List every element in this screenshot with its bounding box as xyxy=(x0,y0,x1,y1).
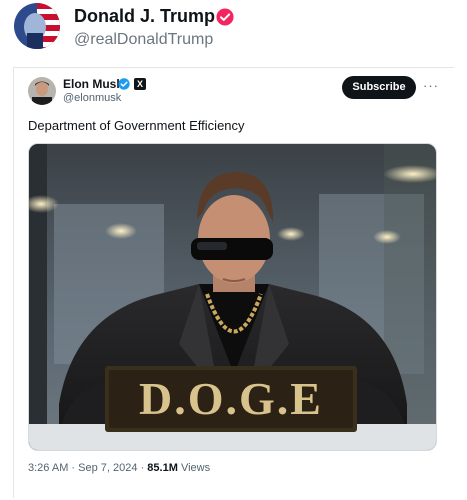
tweet-metadata: 3:26 AM · Sep 7, 2024 · 85.1M Views xyxy=(28,462,210,474)
x-logo-icon: X xyxy=(134,78,146,90)
separator: · xyxy=(140,462,145,474)
more-options-icon[interactable]: ··· xyxy=(423,78,439,93)
views-count: 85.1M xyxy=(147,462,178,474)
avatar-trump[interactable] xyxy=(14,3,60,49)
tweet-date[interactable]: Sep 7, 2024 xyxy=(78,462,137,474)
verified-badge-icon xyxy=(216,8,234,26)
profile-name[interactable]: Donald J. Trump xyxy=(74,6,215,27)
profile-handle[interactable]: @realDonaldTrump xyxy=(74,31,213,49)
views-label: Views xyxy=(180,462,211,474)
avatar-elon[interactable] xyxy=(28,77,56,105)
tweet-author-handle[interactable]: @elonmusk xyxy=(63,92,121,104)
tweet-photo[interactable]: D.O.G.E xyxy=(28,143,437,451)
doge-nameplate-text: D.O.G.E xyxy=(139,373,323,424)
subscribe-button[interactable]: Subscribe xyxy=(342,76,416,99)
verified-badge-icon xyxy=(118,78,130,90)
tweet-text: Department of Government Efficiency xyxy=(28,118,245,133)
tweet-time[interactable]: 3:26 AM xyxy=(28,462,68,474)
separator: · xyxy=(71,462,76,474)
tweet-author-name[interactable]: Elon Musk xyxy=(63,77,123,91)
